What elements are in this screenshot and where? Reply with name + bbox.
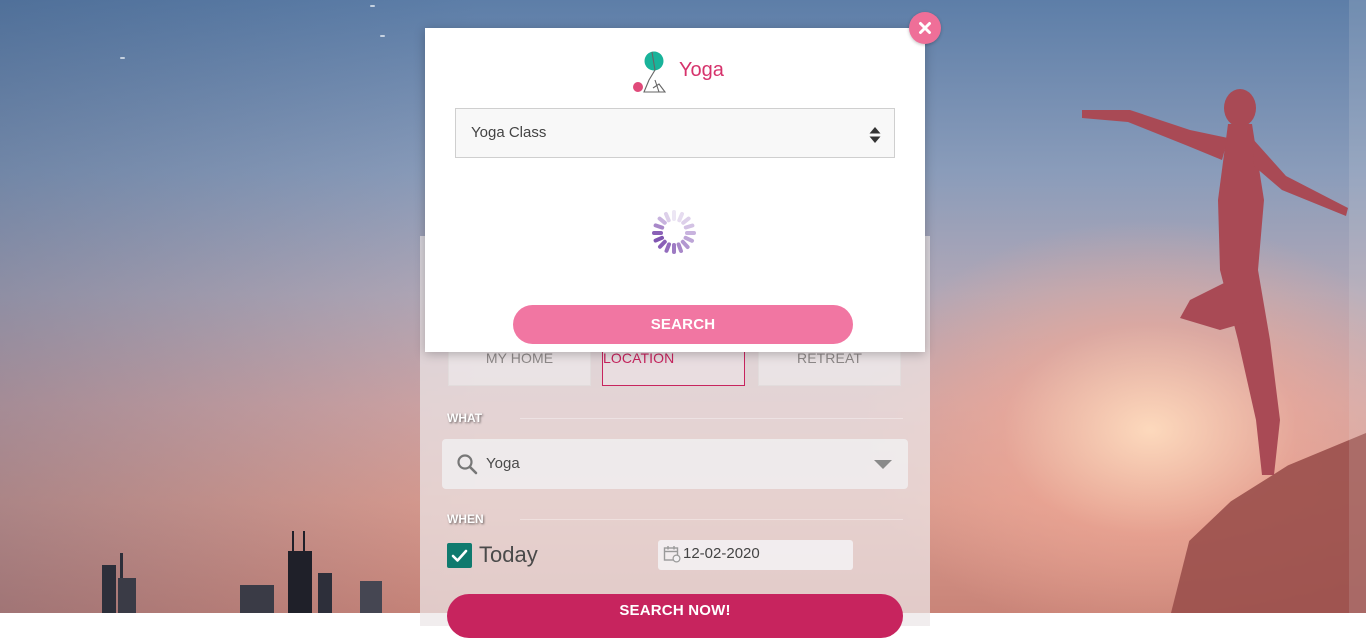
activity-modal: Yoga Yoga Class SEARCH (425, 28, 925, 352)
location-option-label: RETREAT (797, 350, 862, 366)
modal-search-button[interactable]: SEARCH (513, 305, 853, 344)
background-bird (370, 5, 375, 7)
check-icon (451, 549, 468, 562)
calendar-icon (663, 545, 681, 568)
date-field[interactable]: 12-02-2020 (658, 540, 853, 570)
section-divider (520, 519, 903, 520)
yoga-woman-figure (1082, 89, 1348, 475)
loading-spinner-icon (652, 210, 696, 254)
what-select[interactable]: Yoga (442, 439, 908, 489)
modal-header: Yoga (425, 48, 925, 94)
chevron-down-icon (874, 460, 892, 469)
background-bird (380, 35, 385, 37)
background-bird (120, 57, 125, 59)
date-field-value: 12-02-2020 (683, 545, 760, 562)
today-label: Today (479, 542, 538, 567)
class-type-select-value: Yoga Class (471, 124, 547, 141)
search-icon (456, 453, 478, 480)
city-skyline (102, 531, 382, 613)
today-checkbox[interactable] (447, 543, 472, 568)
modal-title: Yoga (679, 59, 724, 81)
location-option-label: MY HOME (485, 350, 554, 366)
when-section-label: WHEN (447, 512, 484, 526)
close-icon (919, 22, 931, 34)
close-modal-button[interactable] (909, 12, 941, 44)
what-section-label: WHAT (447, 411, 483, 425)
class-type-select[interactable]: Yoga Class (455, 108, 895, 158)
yoga-logo-icon (631, 48, 671, 99)
section-divider (520, 418, 903, 419)
what-select-value: Yoga (486, 455, 520, 472)
select-arrows-icon (868, 126, 882, 149)
page-scrollbar[interactable] (1349, 0, 1366, 613)
search-now-button[interactable]: SEARCH NOW! (447, 594, 903, 638)
